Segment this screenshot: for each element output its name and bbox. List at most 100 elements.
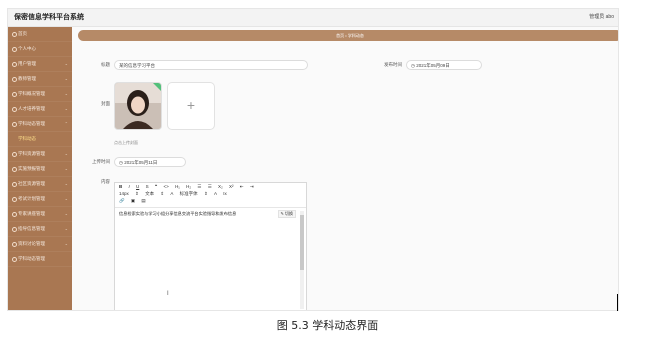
sidebar-item-news[interactable]: 学科动态 (8, 132, 72, 147)
publish-time-label: 发布时间 (384, 62, 402, 67)
clear-format-button[interactable]: Ix (223, 191, 227, 196)
chevron-down-icon: ⌄ (64, 241, 68, 246)
bold-button[interactable]: B (119, 184, 122, 189)
outdent-button[interactable]: ⇤ (240, 184, 244, 189)
sidebar-item-teachers[interactable]: 教师管理 ⌄ (8, 72, 72, 87)
font-color-button[interactable]: A (170, 191, 173, 196)
sidebar-item-label: 专家讲座管理 (18, 211, 45, 216)
sidebar-item-label: 用户管理 (18, 61, 36, 66)
upload-box[interactable]: + (167, 82, 215, 130)
menu-icon (12, 107, 17, 112)
breadcrumb-separator: • (345, 33, 347, 38)
sidebar-item-discussion[interactable]: 资料讨论管理 ⌄ (8, 237, 72, 252)
title-input[interactable]: 某的信息学习平台 (114, 60, 308, 70)
editor-content[interactable]: 信息检索实验与学习小组分享信息交流平台实验指导和发布信息 (119, 211, 236, 217)
upload-time-label: 上传时间 (92, 159, 110, 164)
sidebar-item-guidance[interactable]: 指导信息管理 ⌄ (8, 222, 72, 237)
sidebar-item-talent[interactable]: 人才培养管理 ⌄ (8, 102, 72, 117)
video-icon[interactable]: ▤ (141, 198, 145, 203)
quote-button[interactable]: ❝ (155, 184, 157, 189)
sidebar-item-users[interactable]: 用户管理 ⌄ (8, 57, 72, 72)
sidebar-item-news-mgmt[interactable]: 学科动态管理 ⌃ (8, 117, 72, 132)
upload-time-value: 2021年05月11日 (124, 160, 158, 165)
menu-icon (12, 62, 17, 67)
menu-icon (12, 167, 17, 172)
editor-scrollbar[interactable] (300, 211, 304, 309)
breadcrumb-current: 学科动态 (347, 33, 364, 38)
breadcrumb: 首页 • 学科动态 (78, 30, 618, 41)
chevron-down-icon: ⌄ (64, 151, 68, 156)
sidebar-item-profile[interactable]: 个人中心 (8, 42, 72, 57)
sidebar-item-label: 学科动态 (18, 136, 36, 141)
switch-button[interactable]: ✎ 切换 (277, 210, 296, 218)
sidebar-item-label: 考试计划管理 (18, 196, 45, 201)
h1-button[interactable]: H₁ (175, 184, 180, 189)
publish-time-input[interactable]: ◷ 2021年05月09日 (406, 60, 482, 70)
menu-icon (12, 77, 17, 82)
chevron-updown-icon: ⇕ (135, 191, 139, 196)
sidebar-item-forecast[interactable]: 实施预报管理 ⌄ (8, 162, 72, 177)
menu-icon (12, 197, 17, 202)
align-button[interactable]: A (214, 191, 217, 196)
code-button[interactable]: <> (164, 184, 169, 189)
indent-button[interactable]: ⇥ (250, 184, 254, 189)
sidebar-item-label: 首页 (18, 31, 27, 36)
sidebar-item-exams[interactable]: 考试计划管理 ⌄ (8, 192, 72, 207)
main-content: 首页 • 学科动态 标题 某的信息学习平台 发布时间 ◷ 2021年05月09日… (72, 27, 618, 310)
rich-text-editor[interactable]: B I U S ❝ <> H₁ H₂ ☰ ☰ X₂ X² ⇤ ⇥ 14px ⇕ … (114, 182, 307, 310)
link-icon[interactable]: 🔗 (119, 198, 125, 203)
sidebar-item-label: 资料讨论管理 (18, 241, 45, 246)
chevron-down-icon: ⌄ (64, 226, 68, 231)
chevron-up-icon: ⌃ (64, 121, 68, 126)
underline-button[interactable]: U (136, 184, 139, 189)
sidebar-item-home[interactable]: 首页 (8, 27, 72, 42)
font-family-select[interactable]: 标准字体 (180, 191, 198, 196)
sidebar: 首页 个人中心 用户管理 ⌄ 教师管理 ⌄ 学科概况管理 ⌄ 人才培养管理 ⌄ 学科动态… (8, 27, 72, 310)
h2-button[interactable]: H₂ (186, 184, 191, 189)
current-user[interactable]: 管理员 abo (589, 13, 614, 20)
content-label: 内容 (101, 179, 110, 184)
chevron-down-icon: ⌄ (64, 76, 68, 81)
sidebar-item-lectures[interactable]: 专家讲座管理 ⌄ (8, 207, 72, 222)
upload-hint: 点击上传封面 (114, 140, 138, 145)
sidebar-item-label: 个人中心 (18, 46, 36, 51)
sidebar-item-label: 人才培养管理 (18, 106, 45, 111)
sidebar-item-label: 社区资源管理 (18, 181, 45, 186)
plus-icon: + (186, 97, 196, 113)
title-label: 标题 (101, 62, 110, 67)
menu-icon (12, 47, 17, 52)
bullet-list-button[interactable]: ☰ (208, 184, 212, 189)
sidebar-item-more[interactable]: 学科动态管理 (8, 252, 72, 267)
sidebar-item-overview[interactable]: 学科概况管理 ⌄ (8, 87, 72, 102)
toolbar-row-1: B I U S ❝ <> H₁ H₂ ☰ ☰ X₂ X² ⇤ ⇥ (119, 184, 259, 190)
superscript-button[interactable]: X² (229, 184, 234, 189)
app-window: 保密信息学科平台系统 管理员 abo 首页 个人中心 用户管理 ⌄ 教师管理 ⌄ 学… (7, 8, 619, 311)
italic-button[interactable]: I (129, 184, 130, 189)
menu-icon (12, 257, 17, 262)
menu-icon (12, 242, 17, 247)
sidebar-item-label: 教师管理 (18, 76, 36, 81)
paragraph-select[interactable]: 文本 (145, 191, 154, 196)
subscript-button[interactable]: X₂ (218, 184, 223, 189)
scrollbar-thumb[interactable] (300, 215, 304, 270)
chevron-updown-icon: ⇕ (203, 191, 208, 196)
sidebar-item-label: 学科动态管理 (18, 121, 45, 126)
image-icon[interactable]: ▣ (131, 198, 135, 203)
ordered-list-button[interactable]: ☰ (197, 184, 201, 189)
chevron-down-icon: ⌄ (64, 211, 68, 216)
figure-caption: 图 5.3 学科动态界面 (276, 319, 379, 332)
toolbar-row-3: 🔗 ▣ ▤ (119, 198, 151, 204)
app-title: 保密信息学科平台系统 (14, 14, 84, 21)
menu-icon (12, 152, 17, 157)
sidebar-item-resources[interactable]: 学科资源管理 ⌄ (8, 147, 72, 162)
strike-button[interactable]: S (146, 184, 149, 189)
editor-toolbar: B I U S ❝ <> H₁ H₂ ☰ ☰ X₂ X² ⇤ ⇥ 14px ⇕ … (115, 183, 306, 208)
breadcrumb-home[interactable]: 首页 (336, 33, 344, 38)
chevron-down-icon: ⌄ (64, 196, 68, 201)
sidebar-item-community[interactable]: 社区资源管理 ⌄ (8, 177, 72, 192)
menu-icon (12, 212, 17, 217)
font-size-select[interactable]: 14px (119, 191, 129, 196)
cover-image[interactable] (114, 82, 162, 130)
chevron-down-icon: ⌄ (64, 166, 68, 171)
upload-time-input[interactable]: ◷ 2021年05月11日 (114, 157, 186, 167)
